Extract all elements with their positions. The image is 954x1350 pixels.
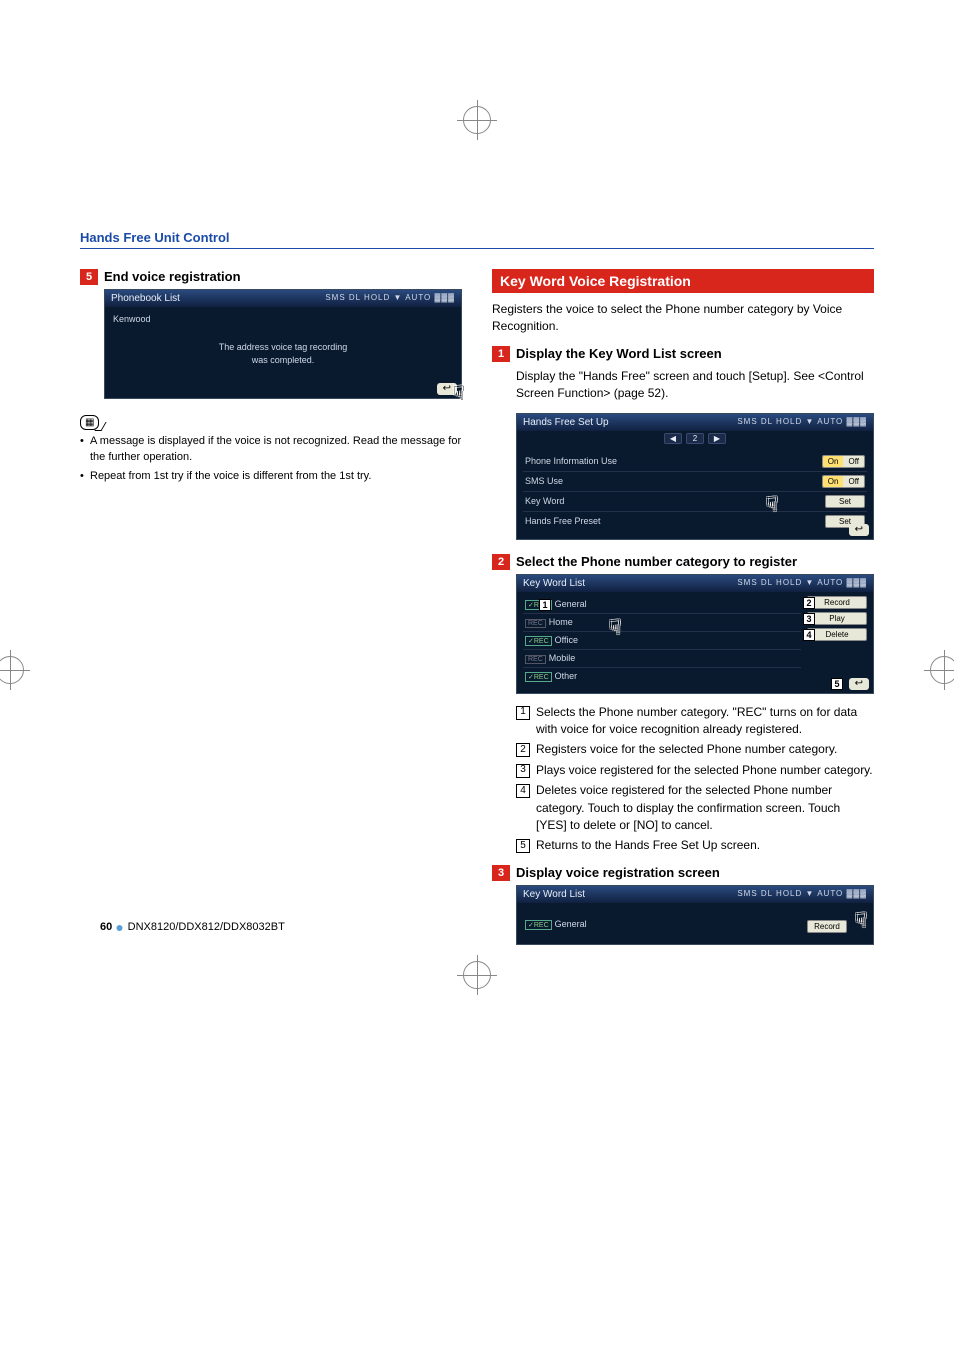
callout-3: 3 [803,613,815,625]
list-item: Kenwood [111,311,455,327]
return-icon: ↩ [849,678,869,690]
pager: ◀ 2 ▶ [517,431,873,448]
note-text: A message is displayed if the voice is n… [80,434,462,466]
bullet-icon: ● [115,919,127,935]
crop-cross [457,955,497,995]
step-title: Select the Phone number category to regi… [516,554,797,569]
record-button[interactable]: Record [807,596,867,609]
callout-ref: 5 [516,839,530,853]
step-title: Display voice registration screen [516,865,720,880]
step-number: 3 [492,865,510,881]
callout-ref: 3 [516,764,530,778]
status-icons: SMS DL HOLD ▼ AUTO ▓▓▓ [737,417,867,428]
list-item[interactable]: ✓RECGeneral [523,916,807,933]
list-item[interactable]: RECMobile [523,650,801,668]
crop-cross [924,650,954,690]
manual-page: Hands Free Unit Control 5 End voice regi… [0,0,954,1015]
setting-label: SMS Use [525,476,563,486]
return-icon: ↩ [437,383,457,395]
list-item[interactable]: ✓RECGeneral [523,596,801,614]
setting-label: Hands Free Preset [525,516,601,526]
step-number: 5 [80,269,98,285]
setting-row: Hands Free Preset Set [523,512,867,531]
list-item[interactable]: ✓RECOffice [523,632,801,650]
step-1-body: Display the "Hands Free" screen and touc… [516,368,874,403]
screenshot-key-word-list: Key Word List SMS DL HOLD ▼ AUTO ▓▓▓ ✓RE… [516,574,874,694]
model-numbers: DNX8120/DDX812/DDX8032BT [128,921,285,933]
description-list: 1 Selects the Phone number category. "REC… [516,704,874,855]
step-3-header: 3 Display voice registration screen [492,865,874,881]
step-5-header: 5 End voice registration [80,269,462,285]
on-off-toggle[interactable]: OnOff [822,475,865,488]
completion-message: The address voice tag recording was comp… [111,327,455,380]
screenshot-key-word-list-record: Key Word List SMS DL HOLD ▼ AUTO ▓▓▓ ✓RE… [516,885,874,945]
screenshot-title: Key Word List [523,889,585,900]
setting-row: Phone Information Use OnOff [523,452,867,472]
list-item[interactable]: RECHome [523,614,801,632]
screenshot-hands-free-setup: Hands Free Set Up SMS DL HOLD ▼ AUTO ▓▓▓… [516,413,874,540]
setting-row: Key Word Set [523,492,867,512]
status-icons: SMS DL HOLD ▼ AUTO ▓▓▓ [325,293,455,304]
setting-label: Phone Information Use [525,456,617,466]
screenshot-title-bar: Key Word List SMS DL HOLD ▼ AUTO ▓▓▓ [517,575,873,592]
page-indicator: 2 [686,433,704,444]
next-page-button[interactable]: ▶ [708,433,726,444]
step-title: Display the Key Word List screen [516,346,722,361]
screenshot-title: Phonebook List [111,293,180,304]
callout-ref: 4 [516,784,530,798]
page-footer: 60 ● DNX8120/DDX812/DDX8032BT [100,919,285,935]
record-button[interactable]: Record [807,920,847,933]
return-icon: ↩ [849,524,869,536]
prev-page-button[interactable]: ◀ [664,433,682,444]
description-text: Plays voice registered for the selected … [536,762,873,779]
step-number: 1 [492,346,510,362]
setting-label: Key Word [525,496,564,506]
callout-ref: 2 [516,743,530,757]
phonebook-entry: Kenwood [113,314,151,324]
description-text: Selects the Phone number category. "REC"… [536,704,874,739]
step-number: 2 [492,554,510,570]
screenshot-title-bar: Hands Free Set Up SMS DL HOLD ▼ AUTO ▓▓▓ [517,414,873,431]
notes-list: A message is displayed if the voice is n… [80,434,462,485]
note-text: Repeat from 1st try if the voice is diff… [80,469,462,485]
step-2-header: 2 Select the Phone number category to re… [492,554,874,570]
note-icon: ▦ [80,415,99,430]
set-button[interactable]: Set [825,495,865,508]
status-icons: SMS DL HOLD ▼ AUTO ▓▓▓ [737,578,867,589]
feature-title: Key Word Voice Registration [492,269,874,293]
description-text: Returns to the Hands Free Set Up screen. [536,837,760,854]
screenshot-title-bar: Phonebook List SMS DL HOLD ▼ AUTO ▓▓▓ [105,290,461,307]
description-text: Registers voice for the selected Phone n… [536,741,837,758]
step-1-header: 1 Display the Key Word List screen [492,346,874,362]
crop-cross [0,650,30,690]
screenshot-title-bar: Key Word List SMS DL HOLD ▼ AUTO ▓▓▓ [517,886,873,903]
step-title: End voice registration [104,269,241,284]
screenshot-title: Key Word List [523,578,585,589]
on-off-toggle[interactable]: OnOff [822,455,865,468]
screenshot-title: Hands Free Set Up [523,417,609,428]
right-column: Key Word Voice Registration Registers th… [492,269,874,955]
play-button[interactable]: Play [807,612,867,625]
crop-cross [457,100,497,140]
setting-row: SMS Use OnOff [523,472,867,492]
screenshot-phonebook-list: Phonebook List SMS DL HOLD ▼ AUTO ▓▓▓ Ke… [104,289,462,399]
list-item[interactable]: ✓RECOther [523,668,801,685]
intro-text: Registers the voice to select the Phone … [492,301,874,336]
callout-2: 2 [803,597,815,609]
callout-4: 4 [803,629,815,641]
description-text: Deletes voice registered for the selecte… [536,782,874,834]
callout-ref: 1 [516,706,530,720]
callout-5: 5 [831,678,843,690]
left-column: 5 End voice registration Phonebook List … [80,269,462,955]
status-icons: SMS DL HOLD ▼ AUTO ▓▓▓ [737,889,867,900]
page-number: 60 [100,921,112,933]
delete-button[interactable]: Delete [807,628,867,641]
callout-1: 1 [539,599,551,611]
section-header: Hands Free Unit Control [80,230,874,249]
